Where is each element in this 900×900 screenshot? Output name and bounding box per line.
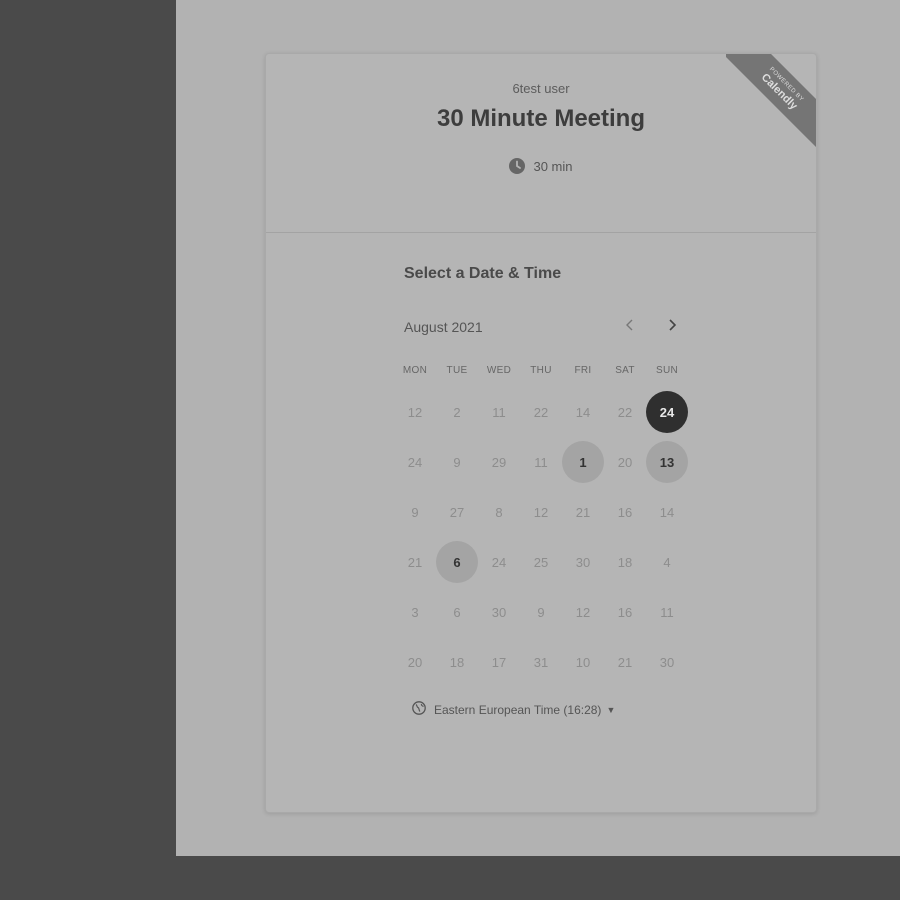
calendar-grid: MON TUE WED THU FRI SAT SUN 12 2 11 22 14 22 24 24 9 29… xyxy=(394,365,688,687)
calendar-day: 4 xyxy=(663,554,671,570)
calendar-day: 9 xyxy=(537,604,545,620)
weekday-label: MON xyxy=(402,365,428,376)
calendar-day: 8 xyxy=(495,504,503,520)
calendar-day: 17 xyxy=(491,654,507,670)
calendar-day: 30 xyxy=(575,554,591,570)
calendar-week-row: 20 18 17 31 10 21 30 xyxy=(394,637,688,687)
calendar-day: 14 xyxy=(575,404,591,420)
month-navigation: August 2021 xyxy=(404,317,686,337)
calendar-day: 22 xyxy=(533,404,549,420)
current-month: August 2021 xyxy=(404,319,483,335)
calendar-day: 21 xyxy=(407,554,423,570)
calendar-day: 30 xyxy=(659,654,675,670)
calendar-day: 22 xyxy=(617,404,633,420)
weekday-label: SAT xyxy=(615,365,635,376)
calendar-week-row: 12 2 11 22 14 22 24 xyxy=(394,387,688,437)
weekday-label: SUN xyxy=(655,365,678,376)
timezone-selector[interactable]: Eastern European Time (16:28) ▼ xyxy=(412,701,615,718)
chevron-right-icon xyxy=(667,318,677,336)
caret-down-icon: ▼ xyxy=(606,704,616,715)
calendar-day: 12 xyxy=(407,404,423,420)
calendar-day: 12 xyxy=(533,504,549,520)
date-picker-section: Select a Date & Time August 2021 MON TUE W… xyxy=(266,233,816,812)
calendar-day: 29 xyxy=(491,454,507,470)
weekday-label: TUE xyxy=(446,365,468,376)
calendar-day: 24 xyxy=(491,554,507,570)
calendar-day: 25 xyxy=(533,554,549,570)
scheduling-card: 6test user 30 Minute Meeting 30 min POWE… xyxy=(265,53,817,813)
calendar-day: 14 xyxy=(659,504,675,520)
calendar-day: 24 xyxy=(407,454,423,470)
timezone-label: Eastern European Time (16:28) xyxy=(434,702,602,717)
calendar-day: 3 xyxy=(411,604,419,620)
calendar-day: 16 xyxy=(617,504,633,520)
calendar-day: 21 xyxy=(575,504,591,520)
calendar-day-available[interactable]: 1 xyxy=(562,441,604,483)
calendar-day: 21 xyxy=(617,654,633,670)
calendar-day: 27 xyxy=(449,504,465,520)
weekday-label: FRI xyxy=(574,365,592,376)
calendar-day: 2 xyxy=(453,404,461,420)
calendar-day: 10 xyxy=(575,654,591,670)
weekday-label: THU xyxy=(530,365,552,376)
globe-icon xyxy=(412,701,426,718)
calendar-day: 12 xyxy=(575,604,591,620)
calendar-day: 6 xyxy=(453,604,461,620)
weekday-label: WED xyxy=(486,365,512,376)
next-month-button[interactable] xyxy=(662,317,682,337)
previous-month-button[interactable] xyxy=(620,317,640,337)
weekday-header-row: MON TUE WED THU FRI SAT SUN xyxy=(394,365,688,383)
calendar-day: 11 xyxy=(660,604,674,620)
calendar-week-row: 24 9 29 11 1 20 13 xyxy=(394,437,688,487)
calendar-day: 18 xyxy=(617,554,633,570)
calendar-week-row: 3 6 30 9 12 16 11 xyxy=(394,587,688,637)
calendar-day-available[interactable]: 6 xyxy=(436,541,478,583)
calendar-day: 20 xyxy=(617,454,633,470)
calendar-day-available[interactable]: 13 xyxy=(646,441,688,483)
duration-label: 30 min xyxy=(533,158,573,174)
calendar-day: 16 xyxy=(617,604,633,620)
calendar-day: 11 xyxy=(534,454,548,470)
select-date-heading: Select a Date & Time xyxy=(404,265,562,282)
calendar-day: 31 xyxy=(533,654,549,670)
event-header: 6test user 30 Minute Meeting 30 min POWE… xyxy=(266,54,816,233)
calendar-weeks: 12 2 11 22 14 22 24 24 9 29 11 1 20 13 9 27 8 12 21 16 14 21 6… xyxy=(394,387,688,687)
calendar-day: 30 xyxy=(491,604,507,620)
calendar-day-selected[interactable]: 24 xyxy=(646,391,688,433)
event-duration: 30 min xyxy=(266,158,816,174)
calendar-week-row: 9 27 8 12 21 16 14 xyxy=(394,487,688,537)
calendar-day: 9 xyxy=(453,454,461,470)
calendar-day: 20 xyxy=(407,654,423,670)
powered-by-ribbon[interactable]: POWERED BY Calendly xyxy=(726,54,816,154)
calendar-day: 18 xyxy=(449,654,465,670)
chevron-left-icon xyxy=(625,318,635,336)
clock-icon xyxy=(509,158,526,174)
calendar-week-row: 21 6 24 25 30 18 4 xyxy=(394,537,688,587)
calendar-day: 9 xyxy=(411,504,419,520)
calendar-day: 11 xyxy=(492,404,506,420)
